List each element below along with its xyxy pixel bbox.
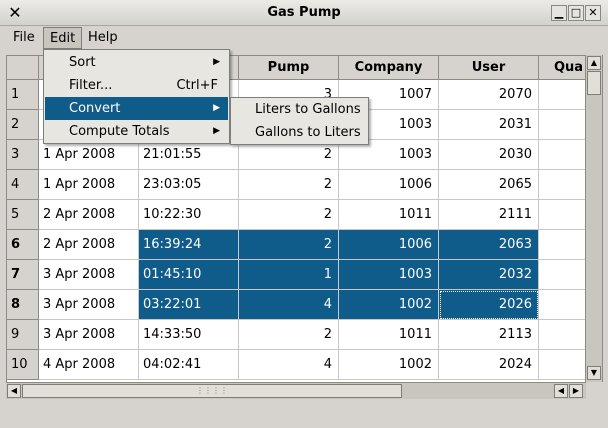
table-cell-company[interactable]: 1006	[339, 230, 439, 260]
menu-item-sort[interactable]: Sort ▶	[45, 51, 228, 74]
menu-item-compute-totals[interactable]: Compute Totals ▶	[45, 120, 228, 143]
table-cell-user[interactable]: 2024	[439, 350, 539, 380]
table-cell-company[interactable]: 1011	[339, 200, 439, 230]
row-header[interactable]: 4	[7, 170, 39, 200]
table-cell-date[interactable]: 1 Apr 2008	[39, 170, 139, 200]
table-cell-date[interactable]: 1 Apr 2008	[39, 140, 139, 170]
table-cell-user[interactable]: 2063	[439, 230, 539, 260]
column-header-user[interactable]: User	[439, 56, 539, 80]
table-cell-date[interactable]: 2 Apr 2008	[39, 200, 139, 230]
scroll-left-button[interactable]: ◀	[7, 384, 21, 398]
menu-item-filter[interactable]: Filter... Ctrl+F	[45, 74, 228, 97]
submenu-arrow-icon: ▶	[213, 103, 220, 113]
edit-dropdown-menu: Sort ▶ Filter... Ctrl+F Convert ▶ Comput…	[43, 49, 230, 144]
table-cell-user[interactable]: 2065	[439, 170, 539, 200]
row-header[interactable]: 1	[7, 80, 39, 110]
table-cell-date[interactable]: 4 Apr 2008	[39, 350, 139, 380]
row-header[interactable]: 10	[7, 350, 39, 380]
table-cell-pump[interactable]: 2	[239, 170, 339, 200]
table-cell-pump[interactable]: 2	[239, 320, 339, 350]
vertical-scroll-thumb[interactable]	[587, 71, 601, 95]
table-cell-time[interactable]: 23:03:05	[139, 170, 239, 200]
horizontal-scrollbar[interactable]: ◀ ⋮⋮⋮⋮ ◀ ▶	[6, 382, 586, 399]
table-cell-user[interactable]: 2070	[439, 80, 539, 110]
menu-file[interactable]: File	[7, 27, 41, 49]
row-header[interactable]: 8	[7, 290, 39, 320]
filter-shortcut: Ctrl+F	[176, 78, 218, 93]
menu-item-convert-label: Convert	[69, 101, 121, 116]
table-cell-time[interactable]: 01:45:10	[139, 260, 239, 290]
menu-item-gallons-to-liters[interactable]: Gallons to Liters	[232, 121, 367, 144]
row-header[interactable]: 5	[7, 200, 39, 230]
minimize-button[interactable]: ▁	[551, 5, 567, 21]
table-cell-date[interactable]: 2 Apr 2008	[39, 230, 139, 260]
table-cell-user[interactable]: 2111	[439, 200, 539, 230]
table-cell-company[interactable]: 1002	[339, 350, 439, 380]
table-cell-user[interactable]: 2032	[439, 260, 539, 290]
vertical-scrollbar[interactable]: ▲ ▼	[585, 55, 602, 382]
table-cell-time[interactable]: 10:22:30	[139, 200, 239, 230]
scroll-corner	[586, 382, 603, 399]
menu-help[interactable]: Help	[82, 27, 124, 49]
scroll-down-button[interactable]: ▼	[587, 366, 601, 380]
convert-submenu: Liters to Gallons Gallons to Liters	[230, 97, 369, 145]
column-header-pump[interactable]: Pump	[239, 56, 339, 80]
row-header[interactable]: 2	[7, 110, 39, 140]
submenu-arrow-icon: ▶	[213, 57, 220, 67]
table-cell-company[interactable]: 1011	[339, 320, 439, 350]
menu-item-convert[interactable]: Convert ▶	[45, 97, 228, 120]
table-cell-user[interactable]: 2031	[439, 110, 539, 140]
row-header[interactable]: 7	[7, 260, 39, 290]
table-cell-company[interactable]: 1006	[339, 170, 439, 200]
column-header-company[interactable]: Company	[339, 56, 439, 80]
maximize-button[interactable]: □	[568, 5, 584, 21]
table-cell-time[interactable]: 04:02:41	[139, 350, 239, 380]
corner-header[interactable]	[7, 56, 39, 80]
table-cell-company[interactable]: 1003	[339, 260, 439, 290]
scroll-right-button[interactable]: ▶	[569, 384, 583, 398]
table-cell-user[interactable]: 2026	[439, 290, 539, 320]
close-button[interactable]: ✕	[585, 5, 601, 21]
menu-item-liters-to-gallons[interactable]: Liters to Gallons	[232, 98, 367, 121]
table-cell-date[interactable]: 3 Apr 2008	[39, 290, 139, 320]
scroll-left-button-2[interactable]: ◀	[554, 384, 568, 398]
table-cell-time[interactable]: 21:01:55	[139, 140, 239, 170]
menu-item-filter-label: Filter...	[69, 78, 113, 93]
table-cell-company[interactable]: 1002	[339, 290, 439, 320]
row-header[interactable]: 3	[7, 140, 39, 170]
row-header[interactable]: 6	[7, 230, 39, 260]
table-cell-user[interactable]: 2030	[439, 140, 539, 170]
table-cell-pump[interactable]: 2	[239, 230, 339, 260]
horizontal-scroll-thumb[interactable]: ⋮⋮⋮⋮	[22, 384, 402, 398]
window-title: Gas Pump	[267, 5, 341, 20]
menu-item-sort-label: Sort	[69, 55, 96, 70]
table-cell-time[interactable]: 03:22:01	[139, 290, 239, 320]
table-cell-time[interactable]: 16:39:24	[139, 230, 239, 260]
row-header[interactable]: 9	[7, 320, 39, 350]
menu-item-compute-totals-label: Compute Totals	[69, 124, 170, 139]
table-cell-pump[interactable]: 4	[239, 290, 339, 320]
table-cell-user[interactable]: 2113	[439, 320, 539, 350]
table-cell-time[interactable]: 14:33:50	[139, 320, 239, 350]
submenu-arrow-icon: ▶	[213, 126, 220, 136]
menu-edit[interactable]: Edit	[43, 27, 83, 49]
table-cell-pump[interactable]: 2	[239, 200, 339, 230]
table-cell-pump[interactable]: 1	[239, 260, 339, 290]
scroll-up-button[interactable]: ▲	[587, 56, 601, 70]
table-cell-date[interactable]: 3 Apr 2008	[39, 320, 139, 350]
table-cell-pump[interactable]: 4	[239, 350, 339, 380]
table-cell-date[interactable]: 3 Apr 2008	[39, 260, 139, 290]
